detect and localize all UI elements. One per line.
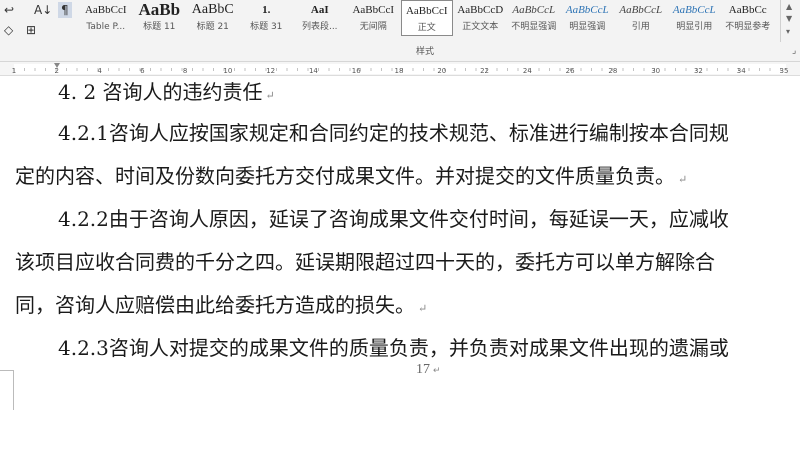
style-preview: AaBbCcL	[672, 4, 716, 16]
style-preview: AaBbCcI	[352, 4, 395, 16]
ruler-number: 30	[651, 67, 660, 75]
style-name: 引用	[631, 22, 650, 32]
style-name: 明显引用	[676, 22, 713, 32]
style-preview: AaBbCcL	[512, 4, 556, 16]
style-name: 标题 21	[196, 22, 229, 32]
style-item[interactable]: AaBbCcL 不明显强调	[508, 0, 560, 36]
ruler-number: 14	[309, 67, 318, 75]
style-preview: AaBb	[138, 0, 181, 19]
paragraph-mark-icon: ↵	[678, 173, 688, 186]
ruler-number: 4	[97, 67, 102, 75]
style-preview: AaBbCc	[728, 4, 767, 16]
style-name: 列表段...	[301, 22, 338, 32]
style-name: Table P...	[86, 22, 126, 32]
body-text-line: 4.2.3咨询人对提交的成果文件的质量负责，并负责对成果文件出现的遗漏或	[58, 336, 729, 360]
style-name: 不明显参考	[725, 22, 771, 32]
scroll-up-icon[interactable]: ▲	[786, 2, 792, 11]
style-name: 无间隔	[359, 22, 387, 32]
show-marks-icon[interactable]: ¶	[58, 2, 72, 18]
style-preview: AaBbCcD	[457, 4, 504, 16]
section-heading: 4. 2 咨询人的违约责任 ↵	[58, 80, 275, 104]
document-page[interactable]: 4. 2 咨询人的违约责任 ↵ 4.2.1咨询人应按国家规定和合同约定的技术规范、…	[0, 76, 800, 473]
gallery-scroll[interactable]: ▲ ▼ ▾	[780, 0, 800, 42]
horizontal-ruler[interactable]: 1 2 4 6 8 10 12 14 16 18 20 22 24 26 28 30 32 34 35	[0, 62, 800, 76]
style-name: 标题 31	[250, 22, 283, 32]
style-preview: AaBbCcI	[405, 5, 448, 17]
styles-group-label: 样式	[415, 47, 434, 57]
ruler-number: 35	[780, 67, 789, 75]
ruler-number: 8	[183, 67, 187, 75]
page-edge	[0, 370, 14, 410]
ruler-number: 26	[566, 67, 575, 75]
paragraph-mark-icon: ↵	[265, 89, 275, 102]
ruler-number: 12	[266, 67, 275, 75]
body-text-line: 同，咨询人应赔偿由此给委托方造成的损失。 ↵	[15, 293, 428, 317]
style-item[interactable]: AaBbCcI 正文	[401, 0, 453, 36]
style-name: 明显强调	[569, 22, 606, 32]
body-text-line: 4.2.1咨询人应按国家规定和合同约定的技术规范、标准进行编制按本合同规	[58, 121, 729, 145]
style-item[interactable]: AaI 列表段...	[294, 0, 346, 36]
style-item[interactable]: AaBbCcL 引用	[615, 0, 667, 36]
clear-format-icon[interactable]: ↩	[4, 2, 14, 18]
style-preview: 1.	[262, 4, 271, 16]
ruler-scale: 1 2 4 6 8 10 12 14 16 18 20 22 24 26 28 30 32 34 35	[12, 63, 789, 75]
styles-gallery: AaBbCcI Table P... AaBb 标题 11 AaBbC 标题 21 1. 标题…	[80, 0, 780, 42]
dialog-launcher-icon[interactable]: ⌟	[792, 46, 796, 56]
ribbon: ↩ A↓ ¶ ◇ ⊞ AaBbCcI Table P... AaBb 标题 11 AaB…	[0, 0, 800, 62]
ruler-number: 22	[480, 67, 489, 75]
style-item[interactable]: AaBbC 标题 21	[187, 0, 239, 36]
style-item[interactable]: AaBbCcI 无间隔	[348, 0, 400, 36]
style-item[interactable]: AaBb 标题 11	[134, 0, 186, 36]
ruler-number: 18	[395, 67, 404, 75]
style-preview: AaBbCcL	[565, 4, 609, 16]
style-name: 正文	[417, 23, 436, 33]
more-styles-icon[interactable]: ▾	[786, 27, 790, 36]
style-item[interactable]: AaBbCc 不明显参考	[722, 0, 774, 36]
style-name: 正文文本	[462, 22, 499, 32]
style-name: 标题 11	[143, 22, 176, 32]
ruler-number: 1	[12, 67, 16, 75]
scroll-down-icon[interactable]: ▼	[786, 14, 792, 23]
sort-icon[interactable]: A↓	[34, 2, 52, 18]
ruler-number: 32	[694, 67, 703, 75]
shading-icon[interactable]: ◇	[4, 22, 13, 38]
paragraph-mark-icon: ↵	[433, 365, 441, 375]
style-item[interactable]: AaBbCcL 明显强调	[562, 0, 614, 36]
page-number: 17 ↵	[416, 362, 441, 377]
style-item[interactable]: AaBbCcI Table P...	[80, 0, 132, 36]
style-item[interactable]: AaBbCcL 明显引用	[669, 0, 721, 36]
style-preview: AaBbCcI	[84, 4, 127, 16]
ruler-number: 34	[737, 67, 746, 75]
paragraph-mark-icon: ↵	[418, 302, 428, 315]
style-preview: AaBbC	[191, 2, 234, 17]
ruler-number: 16	[352, 67, 361, 75]
ruler-number: 2	[55, 67, 59, 75]
ruler-number: 6	[140, 67, 145, 75]
style-item[interactable]: 1. 标题 31	[241, 0, 293, 36]
ruler-number: 10	[223, 67, 232, 75]
style-preview: AaBbCcL	[619, 4, 663, 16]
style-item[interactable]: AaBbCcD 正文文本	[455, 0, 507, 36]
style-name: 不明显强调	[511, 22, 557, 32]
body-text-line: 定的内容、时间及份数向委托方交付成果文件。并对提交的文件质量负责。 ↵	[15, 164, 688, 188]
ruler-number: 28	[608, 67, 617, 75]
body-text-line: 该项目应收合同费的千分之四。延误期限超过四十天的，委托方可以单方解除合	[15, 250, 715, 274]
style-preview: AaI	[310, 4, 329, 16]
font-tools-panel: ↩ A↓ ¶ ◇ ⊞	[0, 0, 78, 62]
ruler-number: 20	[437, 67, 446, 75]
body-text-line: 4.2.2由于咨询人原因，延误了咨询成果文件交付时间，每延误一天，应减收	[58, 207, 729, 231]
borders-icon[interactable]: ⊞	[26, 22, 36, 38]
ruler-number: 24	[523, 67, 532, 75]
